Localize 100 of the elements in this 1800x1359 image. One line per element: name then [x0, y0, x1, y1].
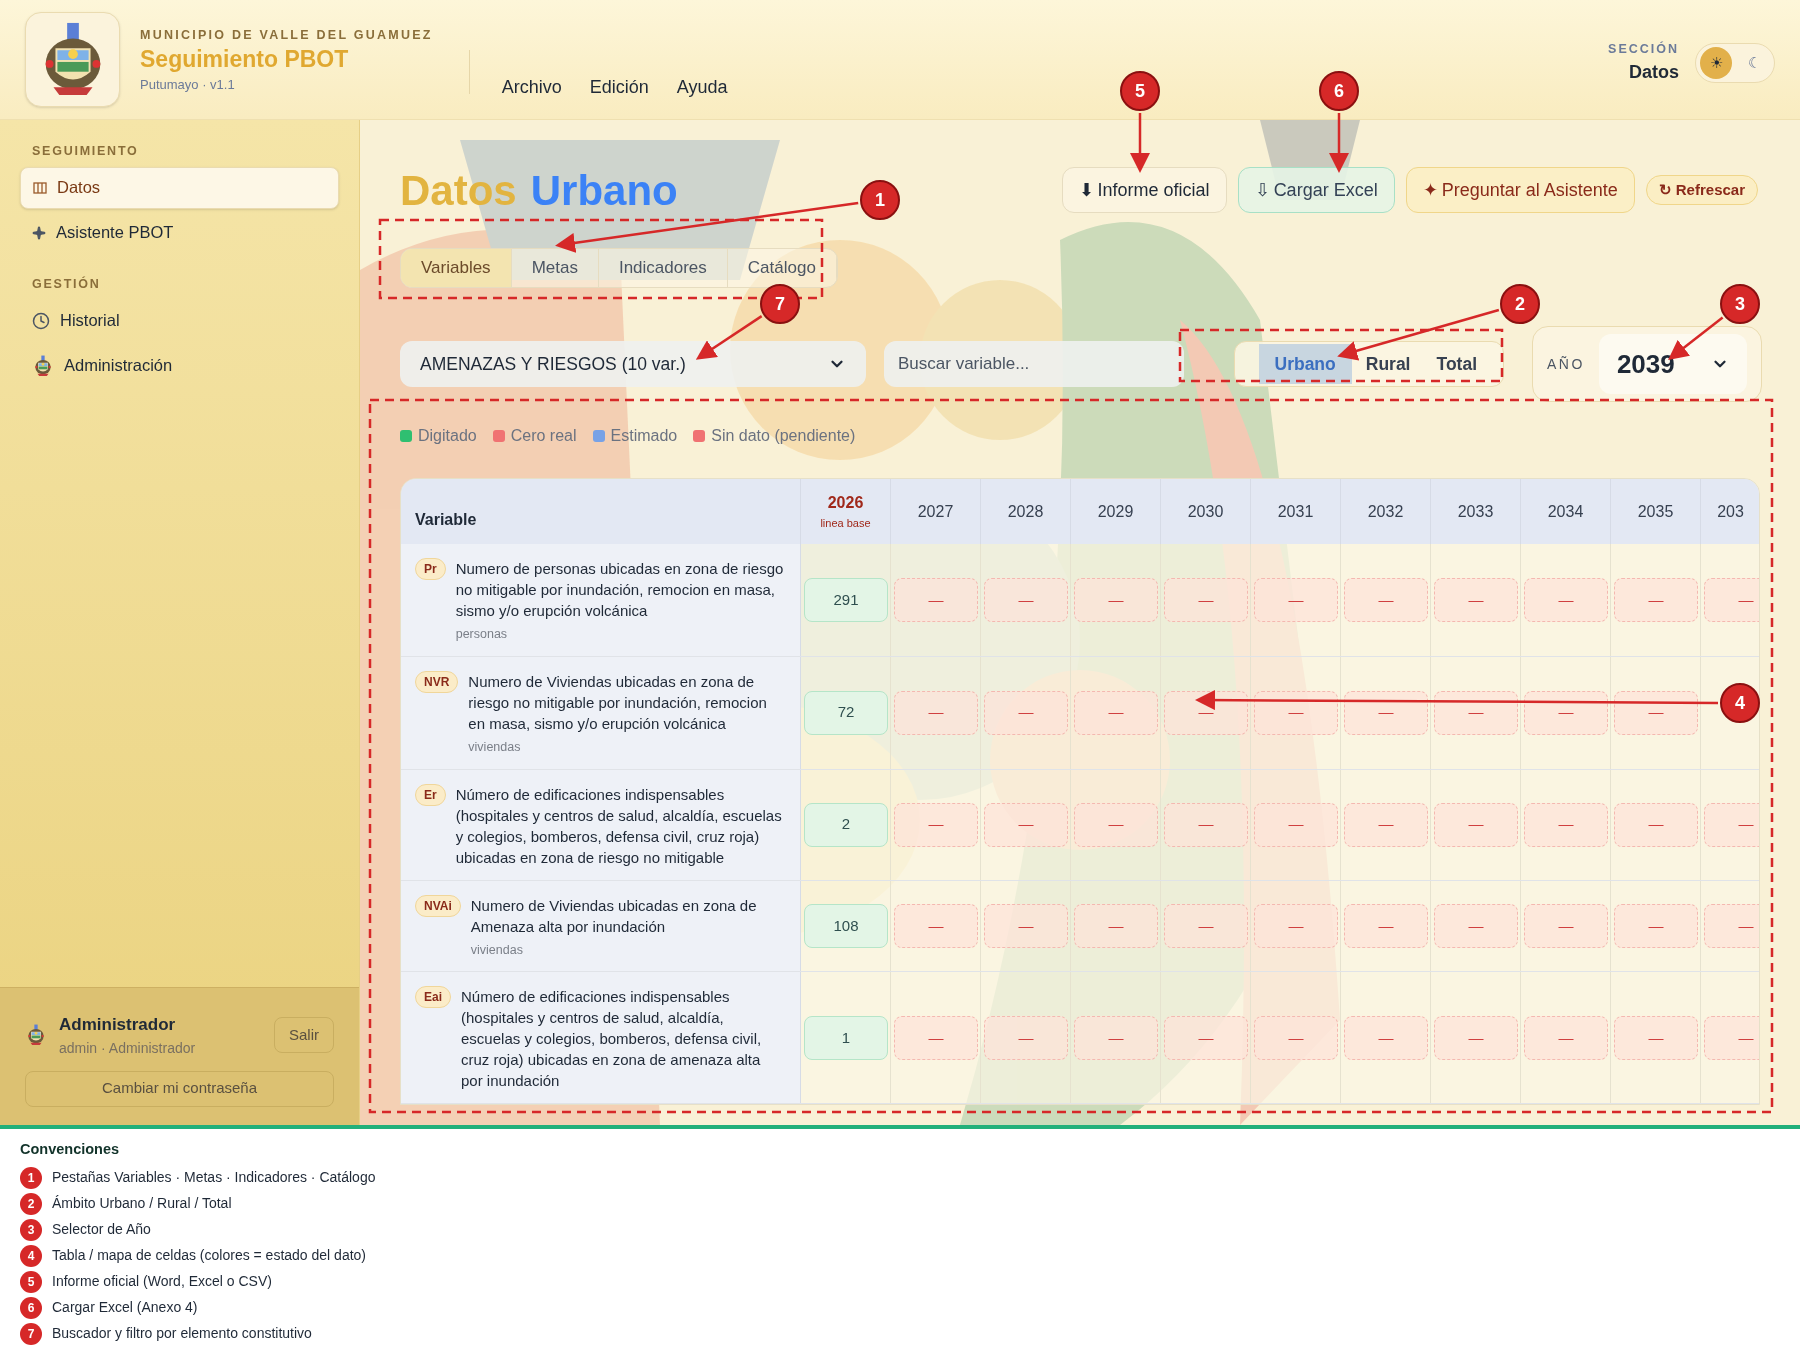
- variable-name: Número de edificaciones indispensables (hospitales y centros de salud, alcaldía, escuelas y colegios, bomberos, defensa civil, cruz roja) ubicadas en zona de riesgo no mitigable: [455, 784, 783, 868]
- theme-option[interactable]: ☾: [1738, 46, 1770, 79]
- value-cell[interactable]: —: [1254, 690, 1338, 735]
- value-cell[interactable]: —: [1344, 903, 1428, 948]
- action-button[interactable]: ⇩ Cargar Excel: [1237, 167, 1395, 213]
- action-button[interactable]: ✦ Preguntar al Asistente: [1405, 167, 1635, 213]
- menu-item[interactable]: Ayuda: [676, 74, 728, 101]
- value-cell[interactable]: —: [1074, 577, 1158, 622]
- value-cell[interactable]: —: [1254, 903, 1338, 948]
- value-cell[interactable]: —: [1164, 577, 1248, 622]
- value-cell[interactable]: —: [1344, 1015, 1428, 1060]
- value-cell[interactable]: —: [894, 903, 978, 948]
- value-cell[interactable]: 2: [804, 802, 888, 847]
- value-cell[interactable]: 72: [804, 690, 888, 735]
- value-cell[interactable]: 291: [804, 577, 888, 622]
- variable-code: NVR: [415, 670, 459, 693]
- value-cell[interactable]: —: [1614, 903, 1698, 948]
- value-cell[interactable]: —: [1254, 1015, 1338, 1060]
- number-badge: 1: [20, 1166, 42, 1189]
- value-cell[interactable]: —: [1434, 1015, 1518, 1060]
- variable-unit: viviendas: [470, 941, 524, 959]
- scope-option[interactable]: Total: [1424, 344, 1489, 384]
- value-cell[interactable]: 1: [804, 1015, 888, 1060]
- variable-name: Numero de personas ubicadas en zona de riesgo no mitigable por inundación, remocion en masa, sismo y/o erupción volcánica: [455, 559, 785, 621]
- value-cell[interactable]: —: [894, 577, 978, 622]
- convention-text: Selector de Año: [52, 1220, 151, 1240]
- value-cell[interactable]: —: [984, 903, 1068, 948]
- variable-name: Numero de Viviendas ubicadas en zona de riesgo no mitigable por inundación, remocion en masa, sismo y/o erupción volcánica: [468, 671, 768, 734]
- value-cell[interactable]: —: [1434, 903, 1518, 948]
- value-cell[interactable]: —: [1074, 903, 1158, 948]
- value-cell[interactable]: —: [1344, 577, 1428, 622]
- scope-option[interactable]: Rural: [1353, 344, 1423, 384]
- value-cell[interactable]: —: [1254, 802, 1338, 847]
- number-badge: 6: [20, 1296, 42, 1319]
- value-cell[interactable]: —: [894, 802, 978, 847]
- user-role: admin · Administrador: [59, 1038, 196, 1058]
- value-cell[interactable]: —: [1524, 802, 1608, 847]
- value-cell[interactable]: —: [894, 690, 978, 735]
- value-cell[interactable]: —: [1164, 802, 1248, 847]
- sidebar-item[interactable]: Asistente PBOT: [20, 211, 339, 254]
- value-cell[interactable]: —: [1524, 577, 1608, 622]
- search-field[interactable]: Buscar variable...: [884, 341, 1184, 387]
- value-cell[interactable]: —: [1614, 577, 1698, 622]
- value-cell[interactable]: —: [1344, 802, 1428, 847]
- change-password-button[interactable]: Cambiar mi contraseña: [25, 1070, 334, 1107]
- value-cell[interactable]: —: [1344, 690, 1428, 735]
- value-cell[interactable]: —: [984, 1015, 1068, 1060]
- section-label: SECCIÓN: [1608, 40, 1679, 58]
- menu-item[interactable]: Edición: [589, 74, 649, 101]
- value-cell[interactable]: —: [1074, 1015, 1158, 1060]
- tab[interactable]: Indicadores: [598, 249, 728, 287]
- value-cell[interactable]: —: [984, 802, 1068, 847]
- action-button[interactable]: ⬇ Informe oficial: [1061, 167, 1227, 213]
- value-cell[interactable]: —: [1434, 802, 1518, 847]
- value-cell[interactable]: —: [1074, 802, 1158, 847]
- value-cell[interactable]: —: [1164, 1015, 1248, 1060]
- value-cell[interactable]: —: [1524, 690, 1608, 735]
- value-cell[interactable]: —: [1704, 577, 1759, 622]
- value-cell[interactable]: —: [1614, 802, 1698, 847]
- scope-title: Urbano: [530, 165, 678, 216]
- app-title: Seguimiento PBOT: [140, 44, 350, 74]
- scope-option[interactable]: Urbano: [1258, 344, 1352, 384]
- sidebar-item[interactable]: Administración: [20, 344, 339, 387]
- legend-label: Cero real: [510, 426, 577, 446]
- year-select[interactable]: 2039: [1598, 334, 1747, 394]
- sidebar-group-title: GESTIÓN: [32, 275, 102, 293]
- value-cell[interactable]: —: [1614, 1015, 1698, 1060]
- value-cell[interactable]: 108: [804, 903, 888, 948]
- value-cell[interactable]: —: [1254, 577, 1338, 622]
- year-header: 2034: [1547, 501, 1584, 522]
- value-cell[interactable]: —: [1434, 690, 1518, 735]
- action-button[interactable]: ↻ Refrescar: [1645, 175, 1758, 205]
- value-cell[interactable]: —: [1704, 1015, 1759, 1060]
- value-cell[interactable]: —: [984, 690, 1068, 735]
- menu-item[interactable]: Archivo: [501, 74, 562, 101]
- theme-option[interactable]: ☀: [1700, 46, 1732, 79]
- value-cell[interactable]: —: [1164, 690, 1248, 735]
- avatar-icon: [25, 1024, 47, 1047]
- year-header: 2028: [1007, 501, 1044, 522]
- logout-button[interactable]: Salir: [274, 1017, 334, 1054]
- value-cell[interactable]: —: [1434, 577, 1518, 622]
- sidebar-item[interactable]: Historial: [20, 299, 339, 342]
- group-select[interactable]: AMENAZAS Y RIESGOS (10 var.): [400, 341, 866, 387]
- value-cell[interactable]: —: [1164, 903, 1248, 948]
- value-cell[interactable]: —: [1524, 903, 1608, 948]
- number-badge: 4: [20, 1244, 42, 1267]
- tab[interactable]: Metas: [511, 249, 599, 287]
- tab[interactable]: Variables: [401, 249, 512, 287]
- value-cell[interactable]: —: [1074, 690, 1158, 735]
- variable-unit: viviendas: [468, 738, 522, 756]
- sidebar-item[interactable]: Datos: [20, 166, 339, 209]
- year-header: 2030: [1187, 501, 1224, 522]
- value-cell[interactable]: —: [1614, 690, 1698, 735]
- year-label: AÑO: [1547, 354, 1585, 374]
- value-cell[interactable]: —: [984, 577, 1068, 622]
- year-header: 203: [1717, 501, 1744, 522]
- value-cell[interactable]: —: [1704, 802, 1759, 847]
- value-cell[interactable]: —: [1704, 903, 1759, 948]
- value-cell[interactable]: —: [1524, 1015, 1608, 1060]
- value-cell[interactable]: —: [894, 1015, 978, 1060]
